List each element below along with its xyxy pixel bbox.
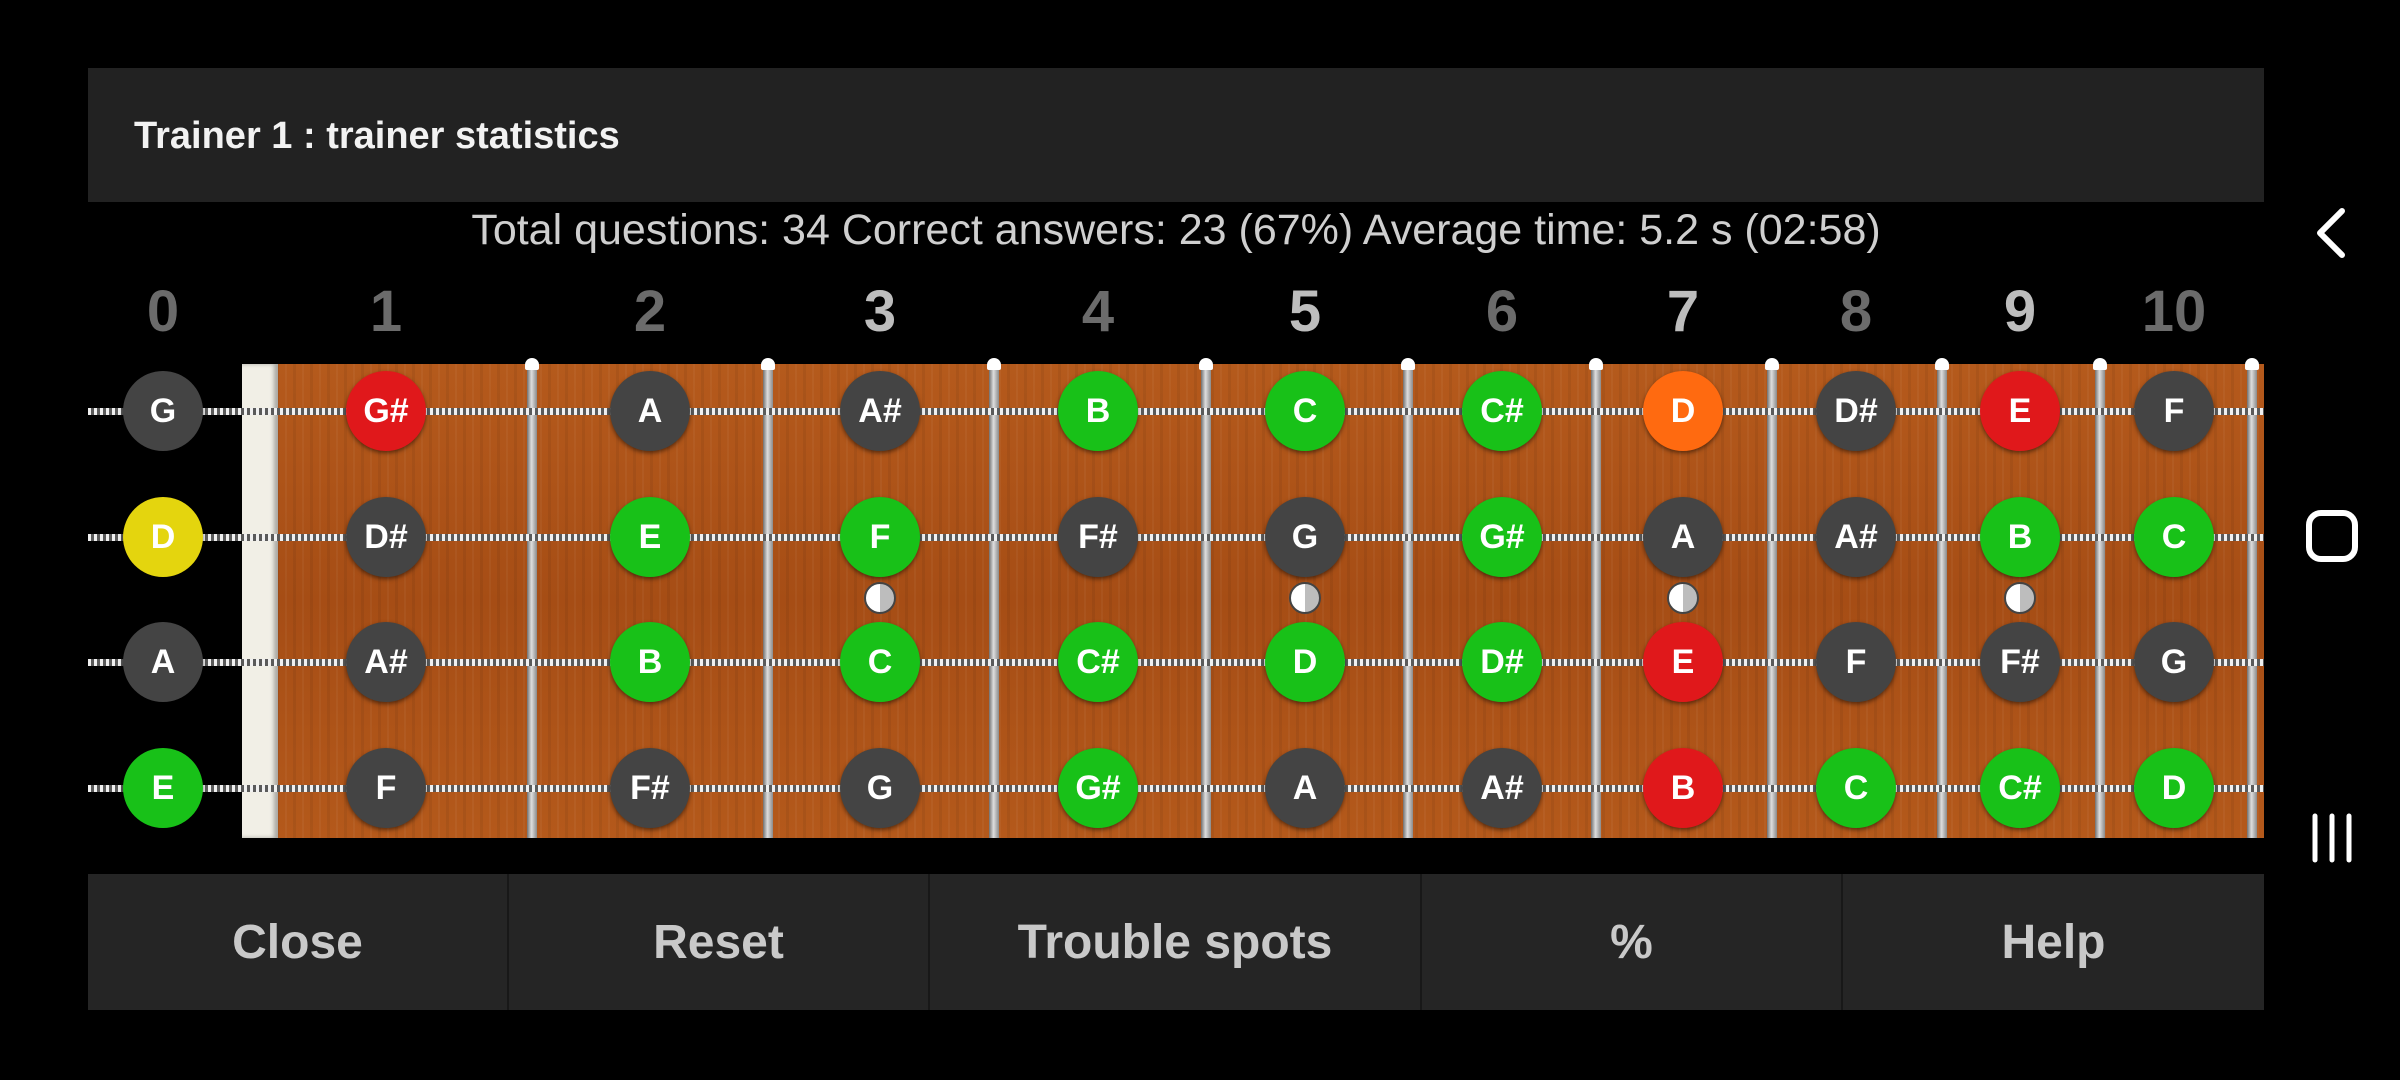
note-s2-f7[interactable]: A <box>1643 497 1723 577</box>
note-s3-f3[interactable]: C <box>840 622 920 702</box>
note-s1-f3[interactable]: A# <box>840 371 920 451</box>
note-s2-f9[interactable]: B <box>1980 497 2060 577</box>
note-s4-f4[interactable]: G# <box>1058 748 1138 828</box>
chevron-left-icon <box>2317 208 2345 258</box>
note-s1-f2[interactable]: A <box>610 371 690 451</box>
back-button[interactable] <box>2300 201 2364 265</box>
note-s4-f10[interactable]: D <box>2134 748 2214 828</box>
three-bars-icon <box>2312 813 2352 863</box>
help-button[interactable]: Help <box>1843 874 2264 1010</box>
note-s3-f5[interactable]: D <box>1265 622 1345 702</box>
recents-button[interactable] <box>2300 806 2364 870</box>
fret-number-3: 3 <box>863 279 897 344</box>
fret-tip <box>1199 358 1213 370</box>
note-s2-f8[interactable]: A# <box>1816 497 1896 577</box>
fret-number-0: 0 <box>146 279 180 344</box>
note-s2-f0[interactable]: D <box>123 497 203 577</box>
note-s1-f7[interactable]: D <box>1643 371 1723 451</box>
fret-number-2: 2 <box>633 279 667 344</box>
note-s1-f6[interactable]: C# <box>1462 371 1542 451</box>
note-s1-f8[interactable]: D# <box>1816 371 1896 451</box>
note-s4-f0[interactable]: E <box>123 748 203 828</box>
fret-number-8: 8 <box>1839 279 1873 344</box>
note-s3-f6[interactable]: D# <box>1462 622 1542 702</box>
fret-tip <box>2245 358 2259 370</box>
note-s3-f2[interactable]: B <box>610 622 690 702</box>
fret-number-6: 6 <box>1485 279 1519 344</box>
note-s4-f9[interactable]: C# <box>1980 748 2060 828</box>
dialog-title: Trainer 1 : trainer statistics <box>134 115 620 157</box>
stats-summary: Total questions: 34 Correct answers: 23 … <box>471 206 1881 254</box>
fret-wire <box>761 358 775 838</box>
fret-number-1: 1 <box>369 279 403 344</box>
fret-tip <box>525 358 539 370</box>
inlay-marker-icon <box>1289 582 1321 614</box>
note-s3-f4[interactable]: C# <box>1058 622 1138 702</box>
note-s4-f7[interactable]: B <box>1643 748 1723 828</box>
fret-tip <box>2093 358 2107 370</box>
note-s1-f5[interactable]: C <box>1265 371 1345 451</box>
note-s3-f10[interactable]: G <box>2134 622 2214 702</box>
rounded-square-icon <box>2306 510 2358 562</box>
note-s3-f7[interactable]: E <box>1643 622 1723 702</box>
note-s2-f5[interactable]: G <box>1265 497 1345 577</box>
note-s2-f2[interactable]: E <box>610 497 690 577</box>
fret-number-4: 4 <box>1081 279 1115 344</box>
note-s2-f6[interactable]: G# <box>1462 497 1542 577</box>
note-s1-f4[interactable]: B <box>1058 371 1138 451</box>
inlay-marker-icon <box>1667 582 1699 614</box>
fret-wire <box>1935 358 1949 838</box>
button-bar: Close Reset Trouble spots % Help <box>88 874 2264 1010</box>
note-s4-f5[interactable]: A <box>1265 748 1345 828</box>
fret-tip <box>1935 358 1949 370</box>
fret-wire <box>987 358 1001 838</box>
note-s2-f10[interactable]: C <box>2134 497 2214 577</box>
percent-button[interactable]: % <box>1422 874 1843 1010</box>
dialog-header: Trainer 1 : trainer statistics <box>88 68 2264 202</box>
note-s2-f1[interactable]: D# <box>346 497 426 577</box>
note-s1-f10[interactable]: F <box>2134 371 2214 451</box>
inlay-marker-icon <box>864 582 896 614</box>
fret-wire <box>1589 358 1603 838</box>
close-button[interactable]: Close <box>88 874 509 1010</box>
note-s4-f1[interactable]: F <box>346 748 426 828</box>
fret-number-5: 5 <box>1288 279 1322 344</box>
trouble-spots-button[interactable]: Trouble spots <box>930 874 1422 1010</box>
note-s1-f0[interactable]: G <box>123 371 203 451</box>
reset-button[interactable]: Reset <box>509 874 930 1010</box>
fret-wire <box>525 358 539 838</box>
fret-number-9: 9 <box>2003 279 2037 344</box>
note-s3-f9[interactable]: F# <box>1980 622 2060 702</box>
note-s3-f0[interactable]: A <box>123 622 203 702</box>
fret-tip <box>987 358 1001 370</box>
fret-number-7: 7 <box>1666 279 1700 344</box>
note-s3-f1[interactable]: A# <box>346 622 426 702</box>
nut <box>242 364 278 838</box>
fret-tip <box>1765 358 1779 370</box>
fret-wire <box>1765 358 1779 838</box>
home-button[interactable] <box>2300 504 2364 568</box>
note-s4-f2[interactable]: F# <box>610 748 690 828</box>
fret-wire <box>1199 358 1213 838</box>
fret-tip <box>1589 358 1603 370</box>
fret-tip <box>761 358 775 370</box>
note-s1-f9[interactable]: E <box>1980 371 2060 451</box>
fret-number-10: 10 <box>2141 279 2207 344</box>
inlay-marker-icon <box>2004 582 2036 614</box>
fretboard <box>242 364 2264 838</box>
fret-wire <box>2093 358 2107 838</box>
note-s3-f8[interactable]: F <box>1816 622 1896 702</box>
fret-wire <box>1401 358 1415 838</box>
fret-tip <box>1401 358 1415 370</box>
note-s4-f8[interactable]: C <box>1816 748 1896 828</box>
note-s2-f3[interactable]: F <box>840 497 920 577</box>
note-s4-f3[interactable]: G <box>840 748 920 828</box>
note-s4-f6[interactable]: A# <box>1462 748 1542 828</box>
note-s1-f1[interactable]: G# <box>346 371 426 451</box>
fret-wire <box>2245 358 2259 838</box>
note-s2-f4[interactable]: F# <box>1058 497 1138 577</box>
